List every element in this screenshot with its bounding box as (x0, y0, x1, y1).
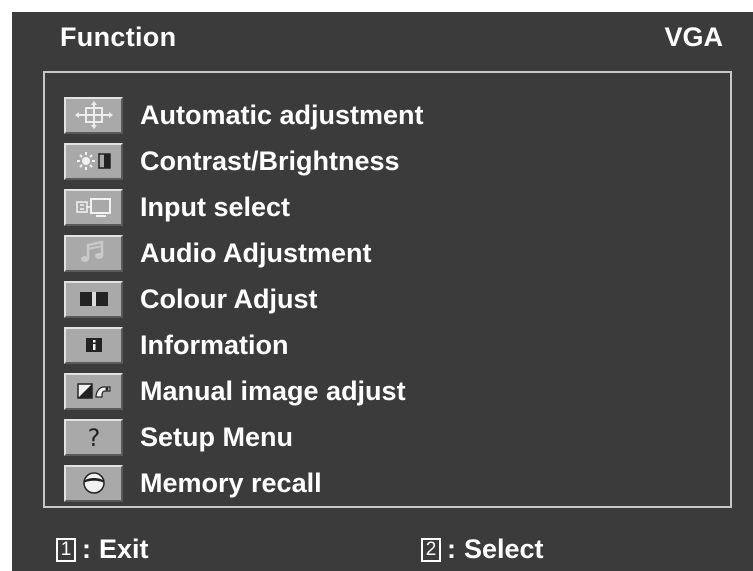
menu-title: Function (60, 22, 177, 52)
input-source-indicator: VGA (664, 22, 723, 52)
menu-item-label: Information (140, 329, 289, 360)
menu-item-contrast-brightness[interactable]: Contrast/Brightness (64, 138, 424, 184)
audio-icon (64, 234, 123, 272)
setup-help-icon: ? (64, 418, 123, 456)
menu-item-label: Memory recall (140, 467, 322, 498)
contrast-brightness-icon (64, 142, 123, 180)
select-label: Select (464, 534, 544, 564)
key-2-icon: 2 (421, 537, 441, 562)
key-1-icon: 1 (56, 537, 76, 562)
menu-item-memory-recall[interactable]: Memory recall (64, 460, 424, 506)
menu-item-label: Contrast/Brightness (140, 145, 400, 176)
select-separator: : (447, 534, 456, 564)
exit-hint[interactable]: 1 : Exit (56, 534, 149, 565)
menu-item-colour-adjust[interactable]: Colour Adjust (64, 276, 424, 322)
information-icon (64, 326, 123, 364)
menu-item-label: Colour Adjust (140, 283, 318, 314)
menu-item-setup-menu[interactable]: ? Setup Menu (64, 414, 424, 460)
menu-item-automatic-adjustment[interactable]: Automatic adjustment (64, 92, 424, 138)
menu-item-input-select[interactable]: Input select (64, 184, 424, 230)
exit-separator: : (82, 534, 91, 564)
auto-adjust-icon (64, 96, 123, 134)
menu-frame: Automatic adjustment Contrast/Brightness… (43, 71, 732, 508)
colour-icon (64, 280, 123, 318)
input-select-icon (64, 188, 123, 226)
menu-item-label: Manual image adjust (140, 375, 406, 406)
menu-item-audio-adjustment[interactable]: Audio Adjustment (64, 230, 424, 276)
menu-item-label: Audio Adjustment (140, 237, 372, 268)
memory-recall-icon (64, 464, 123, 502)
menu-item-manual-image-adjust[interactable]: Manual image adjust (64, 368, 424, 414)
menu-item-information[interactable]: Information (64, 322, 424, 368)
svg-text:?: ? (87, 424, 100, 451)
menu-list: Automatic adjustment Contrast/Brightness… (64, 92, 424, 506)
exit-label: Exit (99, 534, 149, 564)
manual-image-icon (64, 372, 123, 410)
select-hint[interactable]: 2 : Select (421, 534, 544, 565)
menu-item-label: Automatic adjustment (140, 99, 424, 130)
menu-item-label: Setup Menu (140, 421, 293, 452)
osd-menu-panel: Function VGA Automatic adjustment Contra… (12, 12, 753, 571)
menu-item-label: Input select (140, 191, 291, 222)
